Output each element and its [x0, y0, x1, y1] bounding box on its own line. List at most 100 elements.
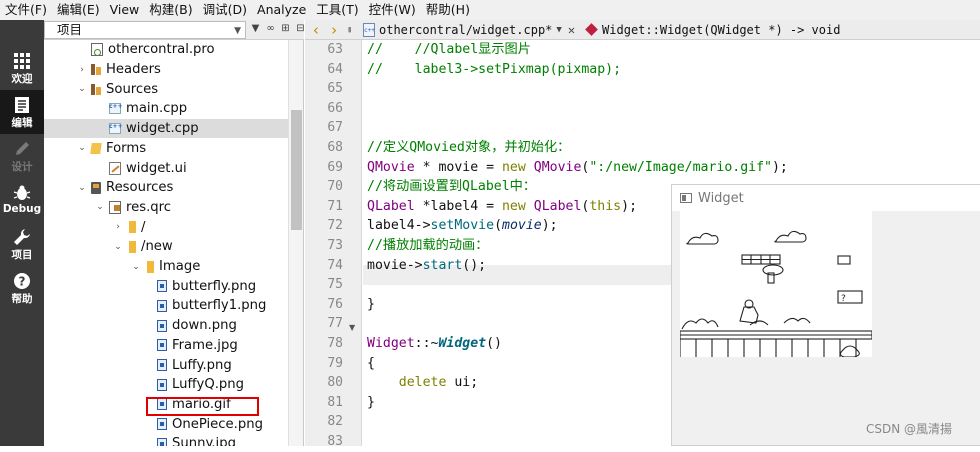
forms-folder-icon [90, 142, 102, 154]
menu-analyze[interactable]: Analyze [252, 0, 311, 20]
bug-icon [13, 185, 31, 200]
split-icon[interactable]: ⊞ [280, 22, 291, 36]
line-number: 72 [327, 218, 343, 234]
code-line: Widget::~Widget() [367, 336, 502, 351]
chevron-down-icon[interactable]: ⌄ [76, 183, 88, 193]
line-number: 65 [327, 81, 343, 97]
project-tree: othercontral.pro › Headers ⌄ Sources mai… [44, 40, 288, 446]
chevron-down-icon[interactable]: ▼ [556, 25, 561, 35]
method-icon [585, 23, 598, 36]
menu-help[interactable]: 帮助(H) [421, 0, 475, 20]
mode-help[interactable]: ? 帮助 [0, 266, 44, 310]
tree-item-label: main.cpp [126, 101, 188, 117]
line-number: 71 [327, 198, 343, 214]
chevron-down-icon[interactable]: ⌄ [76, 84, 88, 94]
image-file-icon [157, 378, 167, 391]
chevron-down-icon[interactable]: ⌄ [94, 202, 106, 212]
tree-item-image-file[interactable]: butterfly.png [44, 276, 288, 296]
fold-toggle-icon[interactable]: ▼ [349, 323, 355, 332]
tree-item-forms[interactable]: ⌄ Forms [44, 139, 288, 159]
window-title: Widget [698, 190, 744, 206]
line-number: 70 [327, 179, 343, 195]
tree-item-label: down.png [172, 318, 237, 334]
view-selector-combo[interactable]: 项目 ▼ [44, 21, 246, 39]
mode-label: 欢迎 [11, 73, 33, 85]
widget-preview-window[interactable]: Widget ? [671, 184, 980, 446]
chevron-down-icon[interactable]: ⌄ [112, 242, 124, 252]
chevron-right-icon[interactable]: › [76, 65, 88, 75]
chevron-right-icon[interactable]: › [112, 222, 124, 232]
tree-item-image-file[interactable]: down.png [44, 316, 288, 336]
tree-item-sources[interactable]: ⌄ Sources [44, 79, 288, 99]
mario-animation: ? [680, 211, 872, 357]
tree-item-pro[interactable]: othercontral.pro [44, 40, 288, 60]
sidebar-toolbar: 项目 ▼ ▼ ∞ ⊞ ⊟ [44, 20, 305, 40]
line-number: 78 [327, 336, 343, 351]
menu-build[interactable]: 构建(B) [144, 0, 197, 20]
mode-welcome[interactable]: 欢迎 [0, 46, 44, 90]
tree-item-main-cpp[interactable]: main.cpp [44, 99, 288, 119]
tree-item-image-file[interactable]: OnePiece.png [44, 414, 288, 434]
scrollbar-thumb[interactable] [291, 110, 302, 230]
back-arrow-icon[interactable]: ‹ [309, 21, 323, 39]
mode-debug[interactable]: Debug [0, 178, 44, 222]
menu-file[interactable]: 文件(F) [0, 0, 52, 20]
tree-item-image-file[interactable]: Luffy.png [44, 355, 288, 375]
line-number: 63 [327, 42, 343, 57]
chevron-down-icon[interactable]: ⌄ [130, 262, 142, 272]
mode-edit[interactable]: 编辑 [0, 90, 44, 134]
close-icon[interactable]: ✕ [568, 23, 575, 37]
tree-item-root-prefix[interactable]: › / [44, 217, 288, 237]
tree-item-headers[interactable]: › Headers [44, 60, 288, 80]
tree-item-image-folder[interactable]: ⌄ Image [44, 257, 288, 277]
menu-view[interactable]: View [105, 0, 145, 20]
line-number: 74 [327, 257, 343, 273]
tree-item-new-prefix[interactable]: ⌄ /new [44, 237, 288, 257]
tree-item-label: Resources [106, 180, 174, 196]
image-file-icon [157, 339, 167, 352]
tree-item-widget-cpp[interactable]: widget.cpp [44, 118, 288, 139]
menu-debug[interactable]: 调试(D) [198, 0, 252, 20]
symbol-selector[interactable]: Widget::Widget(QWidget *) -> void [602, 23, 840, 37]
tree-item-resources[interactable]: ⌄ Resources [44, 178, 288, 198]
mode-design[interactable]: 设计 [0, 134, 44, 178]
tree-item-res-qrc[interactable]: ⌄ res.qrc [44, 198, 288, 218]
tree-item-image-file[interactable]: Sunny.jpg [44, 434, 288, 446]
cpp-file-icon: c++ [363, 22, 375, 37]
line-number: 67 [327, 120, 343, 136]
tree-item-label: butterfly.png [172, 278, 257, 294]
forward-arrow-icon[interactable]: › [327, 21, 341, 39]
fold-margin: ▼ [345, 40, 362, 446]
folder-icon [129, 240, 136, 253]
tree-item-label: LuffyQ.png [172, 377, 245, 393]
chevron-down-icon: ▼ [234, 26, 241, 36]
filter-icon[interactable]: ▼ [250, 22, 261, 36]
tree-item-label: Headers [106, 62, 161, 78]
grid-icon [14, 53, 30, 69]
link-icon[interactable]: ∞ [265, 22, 276, 36]
sidebar-scrollbar[interactable] [288, 40, 303, 446]
tree-item-label: Frame.jpg [172, 337, 238, 353]
menu-tools[interactable]: 工具(T) [311, 0, 363, 20]
file-tab-label[interactable]: othercontral/widget.cpp* [379, 23, 552, 37]
tree-item-label: Luffy.png [172, 357, 232, 373]
mode-label: 编辑 [11, 117, 33, 129]
menu-controls[interactable]: 控件(W) [364, 0, 421, 20]
highlight-box [146, 397, 259, 416]
tree-item-image-file[interactable]: LuffyQ.png [44, 375, 288, 395]
line-number: 66 [327, 100, 343, 116]
image-file-icon [157, 280, 167, 293]
tree-item-widget-ui[interactable]: widget.ui [44, 158, 288, 178]
mode-project[interactable]: 项目 [0, 222, 44, 266]
code-line: movie->start(); [367, 257, 487, 273]
line-number: 83 [327, 434, 343, 449]
menu-edit[interactable]: 编辑(E) [52, 0, 105, 20]
chevron-down-icon[interactable]: ⌄ [76, 143, 88, 153]
image-file-icon [157, 359, 167, 372]
tree-item-image-file[interactable]: butterfly1.png [44, 296, 288, 316]
code-line: } [367, 394, 375, 410]
tree-item-image-file[interactable]: Frame.jpg [44, 336, 288, 356]
window-titlebar[interactable]: Widget [672, 185, 980, 211]
window-icon [680, 193, 692, 203]
headers-folder-icon [91, 64, 101, 76]
